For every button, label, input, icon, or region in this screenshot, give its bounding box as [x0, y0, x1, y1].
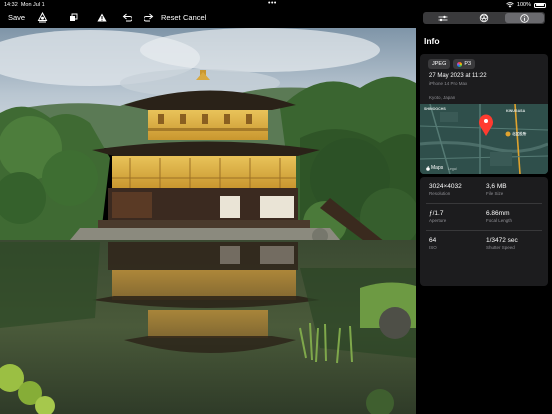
- metadata-file-size: 3,6 MB File Size: [486, 183, 507, 196]
- metadata-shutter-speed: 1/3472 sec Shutter Speed: [486, 237, 518, 250]
- metadata-aperture: ƒ/1.7 Aperture: [429, 210, 447, 223]
- photo-canvas[interactable]: [0, 28, 416, 414]
- battery-percent: 100%: [516, 2, 531, 8]
- metadata-resolution: 3024×4032 Resolution: [429, 183, 462, 196]
- cancel-button[interactable]: Cancel: [183, 13, 206, 22]
- format-badges: JPEG P3: [428, 59, 476, 69]
- location-name: Kyoto, Japan: [429, 95, 456, 100]
- markup-icon[interactable]: [37, 12, 48, 23]
- reset-button[interactable]: Reset: [161, 13, 181, 22]
- save-button[interactable]: Save: [8, 13, 25, 22]
- filters-icon: [479, 13, 489, 23]
- metadata-focal-length: 6.86mm Focal Length: [486, 210, 513, 223]
- metadata-iso: 64 ISO: [429, 237, 437, 250]
- warning-icon[interactable]: [97, 13, 107, 22]
- multitask-dots[interactable]: •••: [268, 0, 277, 7]
- map-label-district: SHINOOCHS: [424, 107, 446, 111]
- status-right: 100%: [506, 2, 546, 8]
- panel-title: Info: [424, 36, 440, 46]
- map-legal-link[interactable]: Legal: [448, 167, 457, 171]
- maps-brand-label: Maps: [431, 165, 444, 171]
- metadata-card: 3024×4032 Resolution 3,6 MB File Size ƒ/…: [420, 177, 548, 286]
- undo-icon[interactable]: [122, 13, 132, 22]
- device-name: iPhone 14 Pro Max: [429, 81, 468, 86]
- color-space-badge: P3: [453, 59, 476, 69]
- tab-info[interactable]: [505, 13, 545, 23]
- crop-icon[interactable]: [69, 13, 78, 22]
- tab-filters[interactable]: [465, 13, 504, 23]
- row-divider: [426, 203, 542, 204]
- map-label-area: KINUGASA: [506, 109, 526, 113]
- status-bar: 14:32 Mon Jul 1 ••• 100%: [0, 0, 552, 10]
- edit-toolbar: Save Reset Cancel: [0, 10, 420, 28]
- capture-date: 27 May 2023 at 11:22: [429, 73, 487, 79]
- color-wheel-icon: [457, 61, 463, 67]
- redo-icon[interactable]: [144, 13, 154, 22]
- maps-logo: Maps: [426, 165, 443, 171]
- battery-icon: [534, 2, 546, 8]
- tool-tabs: [423, 12, 545, 24]
- info-icon: [520, 13, 529, 23]
- wifi-icon: [506, 2, 514, 8]
- photo-summary-card: JPEG P3 27 May 2023 at 11:22 iPhone 14 P…: [420, 54, 548, 174]
- adjust-icon: [438, 15, 448, 21]
- location-map[interactable]: SHINOOCHS KINUGASA 北区役所 Maps Legal: [420, 104, 548, 174]
- status-time: 14:32 Mon Jul 1: [4, 2, 45, 8]
- row-divider: [426, 230, 542, 231]
- map-label-ward-office: 北区役所: [512, 132, 527, 136]
- apple-logo-icon: [426, 165, 430, 171]
- format-badge: JPEG: [428, 59, 451, 69]
- tab-adjust[interactable]: [424, 13, 463, 23]
- info-panel: Info JPEG P3 27 May 2023 at 11:22 iPhone…: [416, 28, 552, 414]
- color-space-label: P3: [464, 61, 472, 67]
